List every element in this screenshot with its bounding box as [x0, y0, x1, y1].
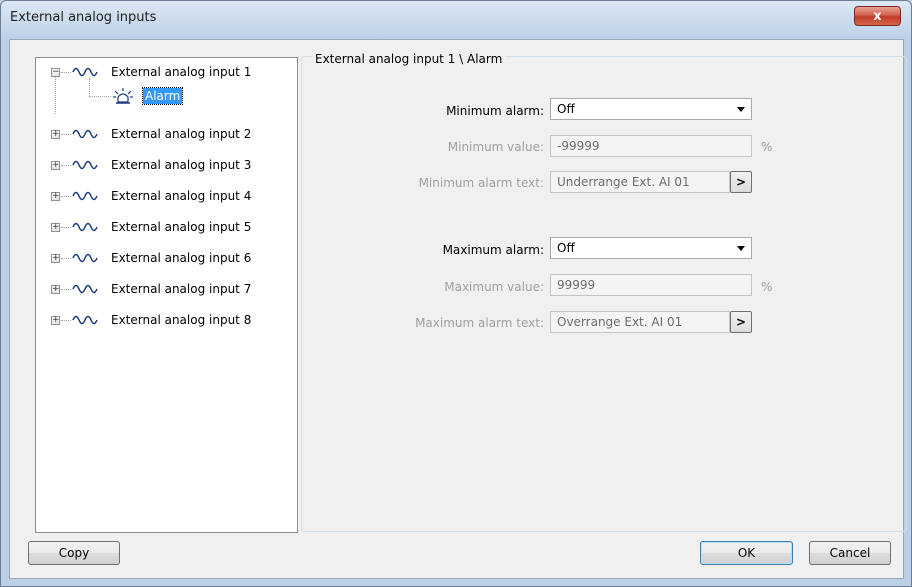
cancel-button[interactable]: Cancel: [809, 541, 891, 565]
close-button[interactable]: x: [854, 6, 901, 26]
min-value-label: Minimum value:: [447, 140, 544, 154]
tree-connector: [61, 72, 71, 73]
tree-connector: [61, 320, 71, 321]
max-value-field[interactable]: 99999: [550, 274, 752, 296]
expand-icon[interactable]: +: [51, 161, 60, 170]
max-value-label: Maximum value:: [444, 280, 544, 294]
analog-wave-icon: [72, 129, 98, 139]
max-unit: %: [761, 280, 773, 294]
tree-item-input-4[interactable]: External analog input 4: [111, 189, 251, 203]
copy-button[interactable]: Copy: [28, 541, 120, 565]
min-text-label: Minimum alarm text:: [418, 176, 544, 190]
analog-wave-icon: [72, 67, 98, 77]
max-alarm-select[interactable]: Off: [550, 237, 752, 259]
expand-icon[interactable]: +: [51, 254, 60, 263]
analog-wave-icon: [72, 191, 98, 201]
tree-connector: [61, 227, 71, 228]
min-alarm-select[interactable]: Off: [550, 98, 752, 120]
analog-wave-icon: [72, 222, 98, 232]
expand-icon[interactable]: +: [51, 192, 60, 201]
tree-item-input-6[interactable]: External analog input 6: [111, 251, 251, 265]
tree-connector: [61, 289, 71, 290]
tree-connector: [89, 96, 111, 97]
tree-item-alarm[interactable]: Alarm: [141, 87, 184, 105]
tree-item-input-5[interactable]: External analog input 5: [111, 220, 251, 234]
tree-connector: [89, 78, 90, 96]
max-text-value: Overrange Ext. AI 01: [557, 315, 683, 329]
max-alarm-label: Maximum alarm:: [442, 243, 544, 257]
min-text-field[interactable]: Underrange Ext. AI 01: [550, 171, 730, 193]
tree-item-input-8[interactable]: External analog input 8: [111, 313, 251, 327]
analog-wave-icon: [72, 315, 98, 325]
expand-icon[interactable]: +: [51, 285, 60, 294]
max-text-field[interactable]: Overrange Ext. AI 01: [550, 311, 730, 333]
max-text-label: Maximum alarm text:: [415, 316, 544, 330]
input-tree[interactable]: − External analog input 1 Alarm + Extern…: [35, 57, 298, 533]
dialog-body: − External analog input 1 Alarm + Extern…: [9, 39, 907, 579]
expand-icon[interactable]: +: [51, 223, 60, 232]
tree-connector: [61, 134, 71, 135]
max-value-text: 99999: [557, 278, 596, 292]
title-bar[interactable]: External analog inputs x: [1, 1, 911, 39]
tree-item-input-1[interactable]: External analog input 1: [111, 65, 251, 79]
analog-wave-icon: [72, 253, 98, 263]
tree-connector: [61, 196, 71, 197]
tree-item-input-3[interactable]: External analog input 3: [111, 158, 251, 172]
min-unit: %: [761, 140, 773, 154]
window-title: External analog inputs: [10, 10, 157, 25]
max-text-browse-button[interactable]: >: [730, 311, 752, 333]
tree-connector: [55, 74, 56, 114]
min-value-text: -99999: [557, 139, 600, 153]
alarm-light-icon: [113, 88, 133, 104]
ok-button[interactable]: OK: [700, 541, 793, 565]
group-title: External analog input 1 \ Alarm: [312, 52, 506, 66]
tree-item-input-2[interactable]: External analog input 2: [111, 127, 251, 141]
dropdown-arrow-icon: [737, 107, 745, 112]
dropdown-arrow-icon: [737, 246, 745, 251]
min-value-field[interactable]: -99999: [550, 135, 752, 157]
analog-wave-icon: [72, 284, 98, 294]
tree-item-input-7[interactable]: External analog input 7: [111, 282, 251, 296]
collapse-icon[interactable]: −: [51, 68, 60, 77]
analog-wave-icon: [72, 160, 98, 170]
min-alarm-label: Minimum alarm:: [446, 104, 544, 118]
min-text-browse-button[interactable]: >: [730, 171, 752, 193]
max-alarm-value: Off: [557, 241, 575, 255]
dialog-window: External analog inputs x − External anal…: [0, 0, 912, 587]
tree-connector: [61, 258, 71, 259]
tree-connector: [61, 165, 71, 166]
min-alarm-value: Off: [557, 102, 575, 116]
expand-icon[interactable]: +: [51, 130, 60, 139]
min-text-value: Underrange Ext. AI 01: [557, 175, 690, 189]
expand-icon[interactable]: +: [51, 316, 60, 325]
